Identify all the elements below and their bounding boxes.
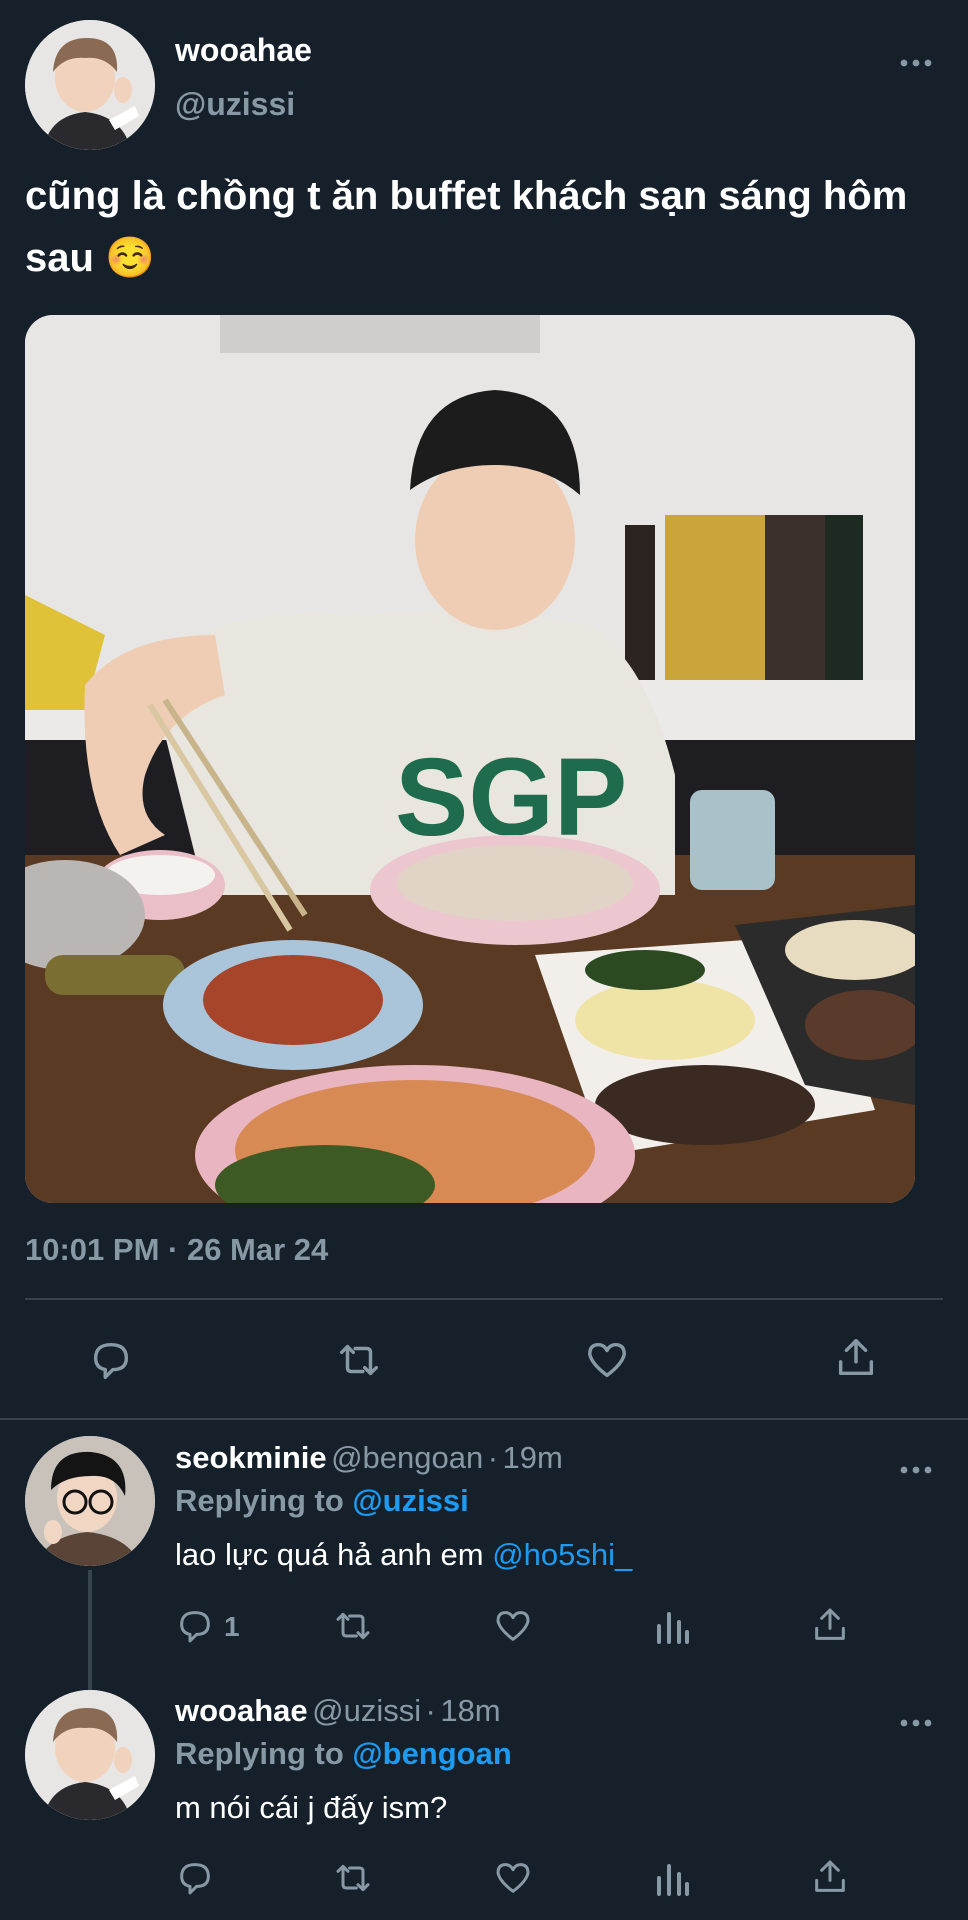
reply-handle[interactable]: @bengoan — [331, 1440, 483, 1475]
mention-link[interactable]: @ho5shi_ — [492, 1537, 632, 1572]
divider — [25, 1298, 943, 1300]
share-icon[interactable] — [833, 1334, 879, 1382]
tweet-timestamp[interactable]: 10:01 PM · 26 Mar 24 — [25, 1232, 328, 1268]
reply-handle[interactable]: @uzissi — [312, 1693, 421, 1728]
reply-icon[interactable] — [175, 1606, 215, 1646]
analytics-icon[interactable] — [655, 1858, 691, 1898]
reply-icon[interactable] — [175, 1858, 215, 1898]
retweet-icon[interactable] — [333, 1337, 385, 1383]
author-handle[interactable]: @uzissi — [175, 86, 295, 123]
replying-to-link[interactable]: @bengoan — [352, 1736, 511, 1771]
like-icon[interactable] — [583, 1337, 631, 1383]
reply-text: m nói cái j đấy ism? — [175, 1790, 448, 1825]
replying-to-line: Replying to @bengoan — [175, 1736, 512, 1772]
replying-to-line: Replying to @uzissi — [175, 1483, 469, 1519]
like-icon[interactable] — [492, 1606, 534, 1646]
analytics-icon[interactable] — [655, 1606, 691, 1646]
retweet-icon[interactable] — [330, 1858, 376, 1898]
reply-header: wooahae @uzissi · 18m — [175, 1693, 501, 1729]
separator: · — [425, 1693, 436, 1728]
tweet-text: cũng là chồng t ăn buffet khách sạn sáng… — [25, 174, 908, 280]
replying-to-label: Replying to — [175, 1483, 344, 1518]
tweet-photo[interactable]: SGP — [25, 315, 915, 1203]
share-icon[interactable] — [810, 1856, 850, 1898]
more-icon[interactable] — [900, 1452, 932, 1483]
reply-count: 1 — [224, 1611, 240, 1642]
thread-line — [88, 1570, 92, 1690]
reply-author-avatar[interactable] — [25, 1690, 155, 1820]
share-icon[interactable] — [810, 1604, 850, 1646]
author-display-name[interactable]: wooahae — [175, 32, 312, 69]
reply-display-name[interactable]: wooahae — [175, 1693, 308, 1728]
reply-time[interactable]: 18m — [440, 1693, 500, 1728]
reply-author-avatar[interactable] — [25, 1436, 155, 1566]
reply-time[interactable]: 19m — [502, 1440, 562, 1475]
reply-text-line: lao lực quá hả anh em @ho5shi_ — [175, 1537, 632, 1573]
more-icon[interactable] — [900, 45, 932, 76]
more-icon[interactable] — [900, 1705, 932, 1736]
retweet-icon[interactable] — [330, 1606, 376, 1646]
like-icon[interactable] — [492, 1858, 534, 1898]
separator: · — [487, 1440, 499, 1475]
replying-to-link[interactable]: @uzissi — [352, 1483, 468, 1518]
reply-display-name[interactable]: seokminie — [175, 1440, 327, 1475]
reply-header: seokminie @bengoan · 19m — [175, 1440, 563, 1476]
reply-icon[interactable] — [88, 1337, 134, 1383]
replying-to-label: Replying to — [175, 1736, 344, 1771]
reply-text: lao lực quá hả anh em — [175, 1537, 484, 1572]
divider — [0, 1418, 968, 1420]
author-avatar[interactable] — [25, 20, 155, 150]
